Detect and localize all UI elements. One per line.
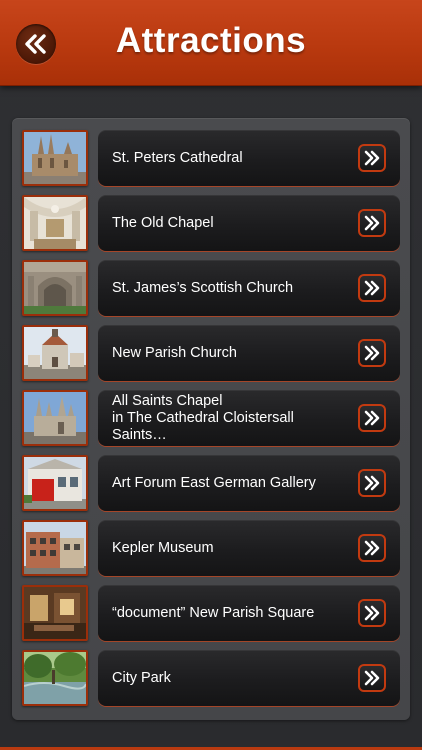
list-item[interactable]: All Saints Chapel in The Cathedral Clois… [12,390,410,448]
list-item[interactable]: Art Forum East German Gallery [12,455,410,513]
attraction-name: St. James’s Scottish Church [112,279,294,296]
attraction-name: “document” New Parish Square [112,604,315,621]
attraction-card[interactable]: Kepler Museum [98,520,400,576]
list-item[interactable]: The Old Chapel [12,195,410,253]
double-chevron-right-icon [364,410,380,426]
open-attraction-button[interactable] [358,599,386,627]
list-item[interactable]: “document” New Parish Square [12,585,410,643]
attractions-list: St. Peters Cathedral The Old Chapel St. … [12,118,410,720]
app-header: Attractions [0,0,422,86]
museum-building-thumbnail [22,520,88,576]
double-chevron-right-icon [364,540,380,556]
attraction-card[interactable]: St. James’s Scottish Church [98,260,400,316]
double-chevron-right-icon [364,215,380,231]
parish-church-thumbnail [22,325,88,381]
open-attraction-button[interactable] [358,664,386,692]
double-chevron-right-icon [364,670,380,686]
attraction-card[interactable]: City Park [98,650,400,706]
attraction-name: The Old Chapel [112,214,214,231]
page-title: Attractions [115,21,307,60]
double-chevron-right-icon [364,345,380,361]
attraction-card[interactable]: Art Forum East German Gallery [98,455,400,511]
attraction-card[interactable]: The Old Chapel [98,195,400,251]
attraction-name: Art Forum East German Gallery [112,474,316,491]
list-item[interactable]: City Park [12,650,410,708]
open-attraction-button[interactable] [358,469,386,497]
list-item[interactable]: St. Peters Cathedral [12,130,410,188]
open-attraction-button[interactable] [358,144,386,172]
attraction-name: All Saints Chapel in The Cathedral Clois… [112,392,294,443]
attraction-card[interactable]: All Saints Chapel in The Cathedral Clois… [98,390,400,446]
attraction-name: City Park [112,669,171,686]
cathedral-spires-thumbnail [22,390,88,446]
open-attraction-button[interactable] [358,274,386,302]
attraction-name: New Parish Church [112,344,237,361]
gallery-building-thumbnail [22,455,88,511]
double-chevron-right-icon [364,605,380,621]
attraction-name: Kepler Museum [112,539,214,556]
attraction-name: St. Peters Cathedral [112,149,243,166]
open-attraction-button[interactable] [358,404,386,432]
open-attraction-button[interactable] [358,534,386,562]
double-chevron-right-icon [364,150,380,166]
cathedral-thumbnail [22,130,88,186]
attraction-card[interactable]: New Parish Church [98,325,400,381]
double-chevron-right-icon [364,475,380,491]
list-item[interactable]: Kepler Museum [12,520,410,578]
open-attraction-button[interactable] [358,339,386,367]
attraction-card[interactable]: St. Peters Cathedral [98,130,400,186]
list-item[interactable]: New Parish Church [12,325,410,383]
list-item[interactable]: St. James’s Scottish Church [12,260,410,318]
chapel-interior-thumbnail [22,195,88,251]
park-pond-thumbnail [22,650,88,706]
interior-thumbnail [22,585,88,641]
church-portal-thumbnail [22,260,88,316]
attraction-card[interactable]: “document” New Parish Square [98,585,400,641]
double-chevron-right-icon [364,280,380,296]
open-attraction-button[interactable] [358,209,386,237]
